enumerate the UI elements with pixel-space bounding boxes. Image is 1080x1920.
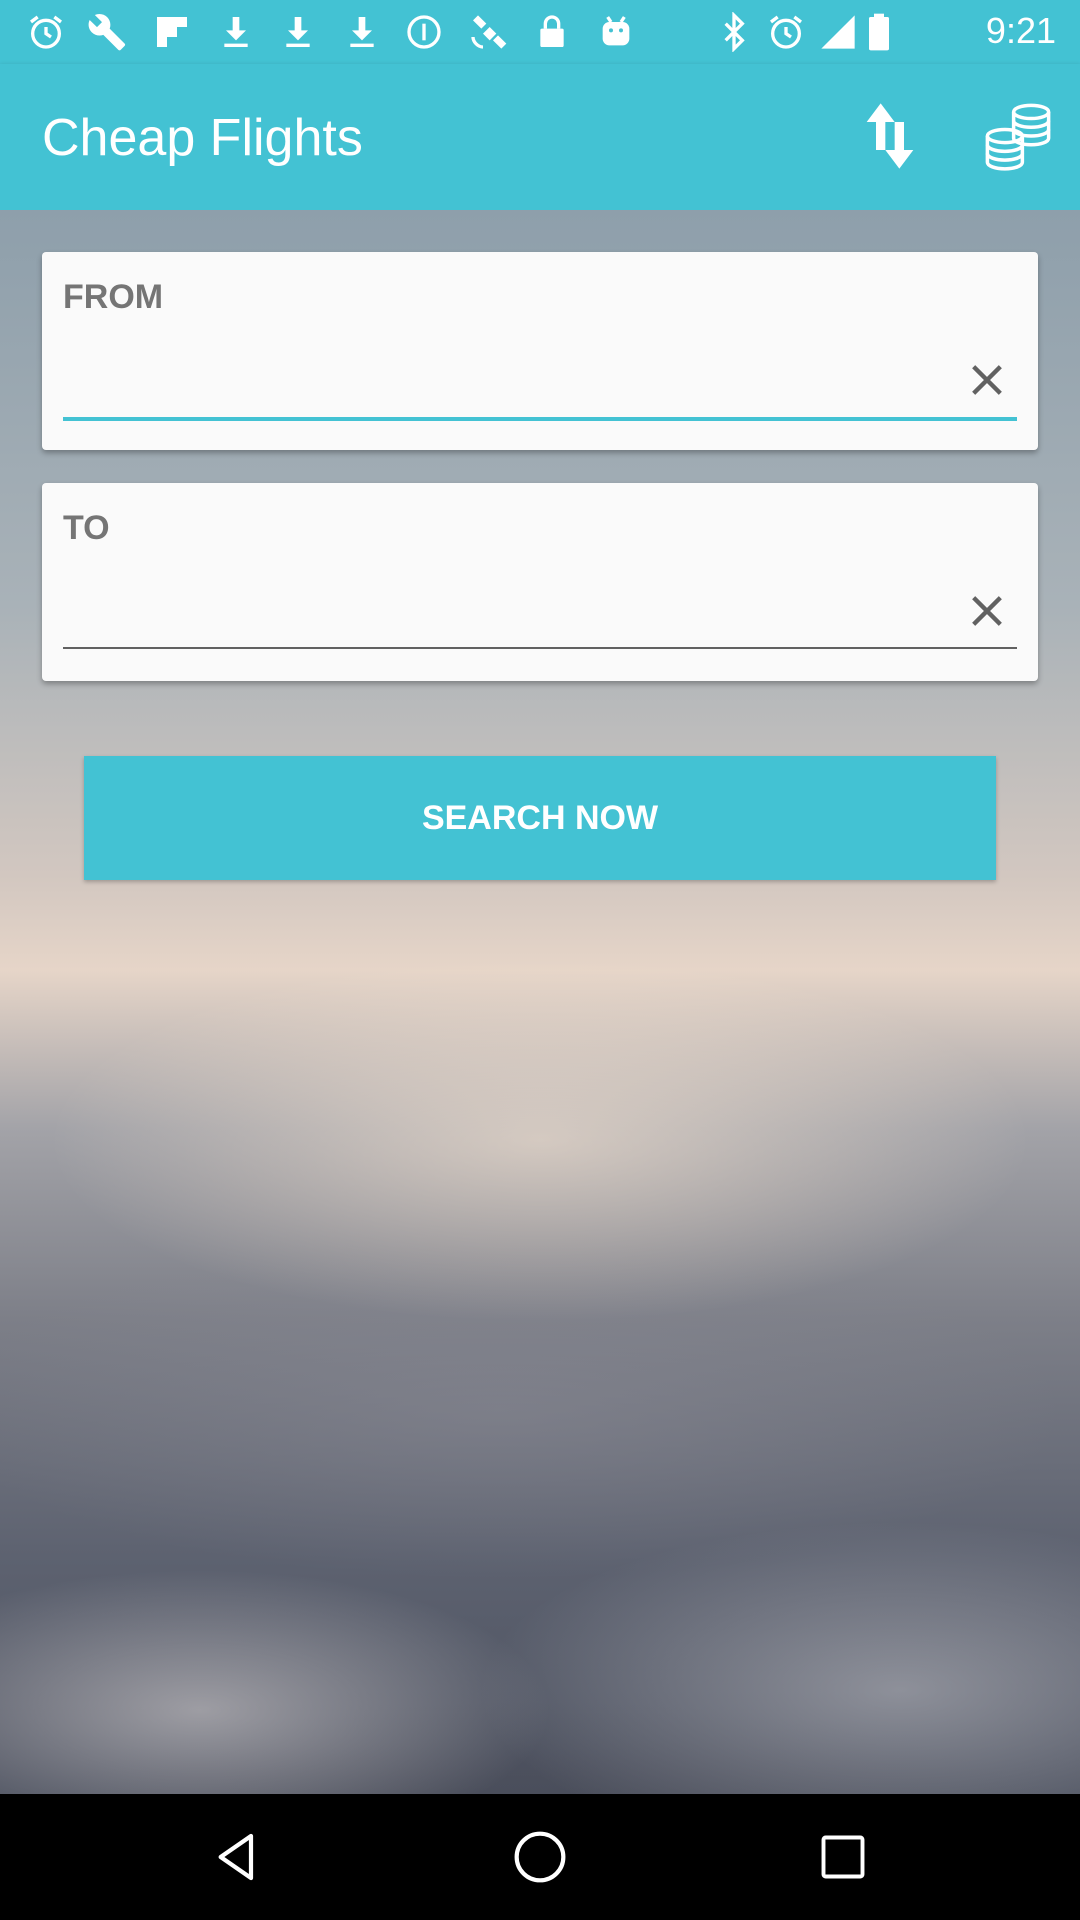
currency-button[interactable] xyxy=(976,94,1060,178)
home-icon xyxy=(514,1831,566,1883)
search-now-button[interactable]: SEARCH NOW xyxy=(84,756,996,880)
swap-locations-button[interactable] xyxy=(848,94,932,178)
from-clear-button[interactable] xyxy=(957,350,1017,410)
status-time: 9:21 xyxy=(985,10,1056,51)
to-input[interactable] xyxy=(63,565,1017,629)
battery-icon xyxy=(869,13,889,51)
back-icon xyxy=(218,1833,254,1881)
cellular-signal-icon xyxy=(821,15,855,49)
from-input-underline xyxy=(63,417,1017,421)
bluetooth-icon xyxy=(724,12,745,52)
navigation-bar xyxy=(0,1794,1080,1920)
recents-icon xyxy=(821,1835,865,1879)
recents-button[interactable] xyxy=(803,1817,883,1897)
to-input-underline xyxy=(63,647,1017,649)
data-saver-icon xyxy=(407,15,441,49)
from-label: FROM xyxy=(63,278,164,316)
android-icon xyxy=(602,16,630,46)
alarm-icon xyxy=(770,15,802,49)
flipboard-icon xyxy=(157,17,187,47)
from-card: FROM xyxy=(42,252,1038,450)
coins-icon xyxy=(985,103,1051,171)
back-button[interactable] xyxy=(197,1817,277,1897)
to-label: TO xyxy=(63,509,110,547)
satellite-icon xyxy=(471,15,507,49)
search-now-label: SEARCH NOW xyxy=(421,798,659,837)
to-clear-button[interactable] xyxy=(957,581,1017,641)
lock-icon xyxy=(540,15,564,47)
download-icon xyxy=(224,17,248,47)
close-icon xyxy=(972,596,1002,626)
swap-vertical-icon xyxy=(866,103,914,169)
close-icon xyxy=(972,365,1002,395)
to-card: TO xyxy=(42,483,1038,681)
download-icon xyxy=(286,17,310,47)
alarm-icon xyxy=(30,15,63,49)
home-button[interactable] xyxy=(500,1817,580,1897)
app-bar: Cheap Flights xyxy=(0,64,1080,210)
status-bar: 9:21 xyxy=(0,0,1080,64)
download-icon xyxy=(350,17,374,47)
from-input[interactable] xyxy=(63,334,1017,398)
app-title: Cheap Flights xyxy=(42,109,363,167)
wrench-icon xyxy=(88,13,126,51)
